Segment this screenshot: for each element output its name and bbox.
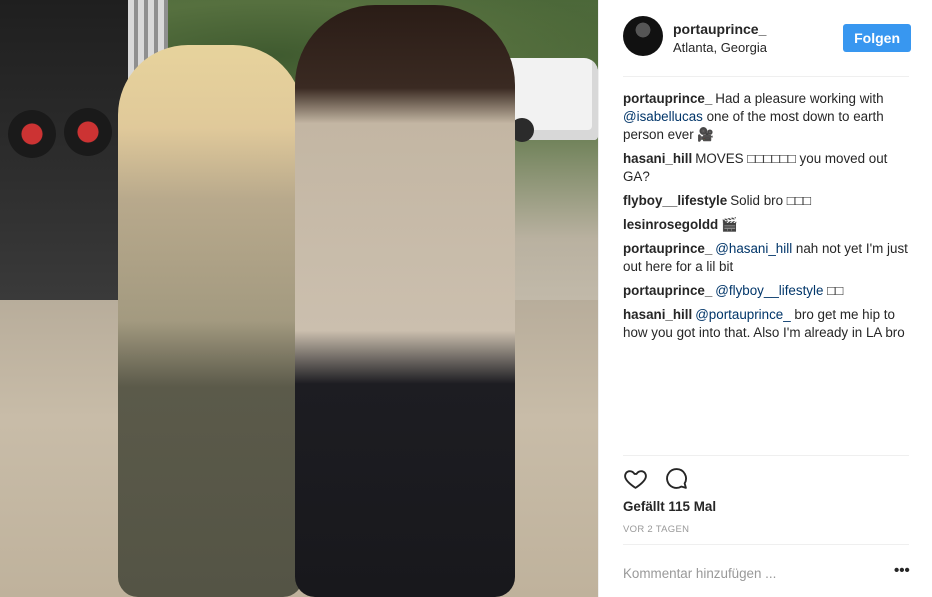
post-header: portauprince_ Atlanta, Georgia Folgen — [623, 16, 911, 76]
comment-item: portauprince_ Had a pleasure working with… — [623, 90, 908, 144]
mention-link[interactable]: @portauprince_ — [695, 307, 790, 322]
comment-text: 🎬 — [721, 217, 738, 232]
divider — [623, 544, 909, 545]
comment-username[interactable]: portauprince_ — [623, 91, 712, 106]
comment-username[interactable]: flyboy__lifestyle — [623, 193, 727, 208]
divider — [623, 455, 909, 456]
mention-link[interactable]: @hasani_hill — [715, 241, 792, 256]
comments-list: portauprince_ Had a pleasure working with… — [623, 90, 908, 348]
comment-username[interactable]: hasani_hill — [623, 151, 692, 166]
comment-item: flyboy__lifestyle Solid bro □□□ — [623, 192, 908, 210]
header-username[interactable]: portauprince_ — [673, 21, 767, 38]
comment-item: lesinrosegoldd 🎬 — [623, 216, 908, 234]
post-timestamp[interactable]: VOR 2 TAGEN — [623, 524, 689, 535]
comment-username[interactable]: hasani_hill — [623, 307, 692, 322]
comment-item: hasani_hill MOVES □□□□□□ you moved out GA… — [623, 150, 908, 186]
follow-button[interactable]: Folgen — [843, 24, 911, 52]
comment-username[interactable]: portauprince_ — [623, 283, 712, 298]
mention-link[interactable]: @isabellucas — [623, 109, 703, 124]
divider — [623, 76, 909, 77]
avatar[interactable] — [623, 16, 663, 56]
photo-person-man — [295, 5, 515, 597]
comment-bubble-icon[interactable] — [664, 466, 689, 491]
heart-icon[interactable] — [623, 466, 648, 491]
comment-username[interactable]: lesinrosegoldd — [623, 217, 718, 232]
user-block: portauprince_ Atlanta, Georgia — [673, 16, 767, 56]
comment-item: hasani_hill @portauprince_ bro get me hip… — [623, 306, 908, 342]
comment-text: □□ — [823, 283, 844, 298]
comment-input[interactable] — [623, 563, 863, 583]
more-options-icon[interactable]: ••• — [894, 563, 910, 578]
comment-text: Had a pleasure working with — [715, 91, 884, 106]
post-sidebar: portauprince_ Atlanta, Georgia Folgen po… — [598, 0, 932, 597]
header-location[interactable]: Atlanta, Georgia — [673, 39, 767, 56]
post-photo[interactable] — [0, 0, 598, 597]
action-bar — [623, 466, 689, 492]
comment-item: portauprince_ @flyboy__lifestyle □□ — [623, 282, 908, 300]
comment-username[interactable]: portauprince_ — [623, 241, 712, 256]
photo-wheel — [8, 110, 56, 158]
mention-link[interactable]: @flyboy__lifestyle — [715, 283, 823, 298]
comment-text: Solid bro □□□ — [730, 193, 812, 208]
comment-item: portauprince_ @hasani_hill nah not yet I'… — [623, 240, 908, 276]
photo-person-woman — [118, 45, 303, 597]
instagram-post: portauprince_ Atlanta, Georgia Folgen po… — [0, 0, 932, 597]
photo-wheel — [64, 108, 112, 156]
likes-count[interactable]: Gefällt 115 Mal — [623, 499, 716, 514]
